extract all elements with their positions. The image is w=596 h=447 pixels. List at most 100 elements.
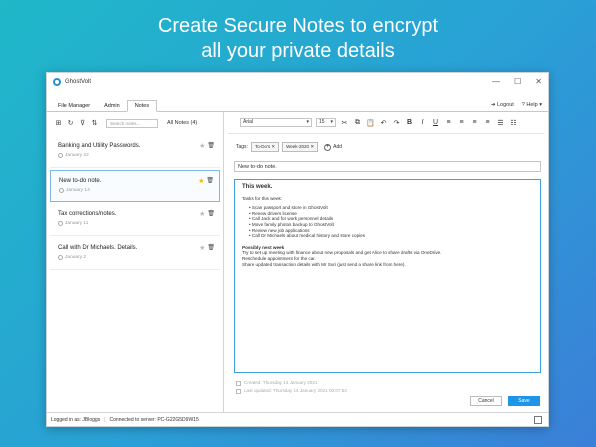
note-title: New to-do note.: [59, 178, 102, 184]
logout-label: Logout: [496, 102, 514, 108]
maximize-button[interactable]: ☐: [514, 77, 521, 86]
plus-icon: +: [324, 143, 332, 151]
notes-list: Banking and Utility Passwords. January 2…: [50, 136, 220, 272]
server-status: Connected to server: PC-G22G5D9W15: [109, 416, 199, 423]
trash-icon[interactable]: 🗑: [207, 142, 215, 150]
align-left-icon[interactable]: ≡: [444, 119, 453, 126]
redo-icon[interactable]: ↷: [392, 119, 401, 127]
updated-checkbox-icon: [236, 388, 241, 394]
headline-line-2: all your private details: [201, 40, 395, 62]
chevron-down-icon: ▾: [539, 102, 542, 108]
note-date: January 22: [65, 153, 89, 158]
star-icon[interactable]: ★: [199, 142, 205, 150]
body-heading: This week.: [242, 184, 273, 190]
note-title: Tax corrections/notes.: [58, 211, 117, 217]
filter-icon[interactable]: ⊽: [79, 120, 86, 127]
menu-bar: File Manager Admin Notes ➔ Logout ? Help…: [47, 98, 548, 112]
all-notes-filter[interactable]: All Notes (4): [167, 120, 197, 126]
created-checkbox-icon: [236, 380, 241, 386]
bullet-list-icon[interactable]: ☰: [496, 119, 505, 127]
cancel-button[interactable]: Cancel: [470, 396, 502, 406]
clock-icon: [59, 188, 64, 193]
logout-icon: ➔: [490, 102, 496, 108]
tab-file-manager[interactable]: File Manager: [51, 101, 97, 111]
clock-icon: [58, 221, 63, 226]
note-date: January 2: [65, 255, 87, 260]
headline: Create Secure Notes to encrypt all your …: [0, 14, 596, 64]
body-line: Share updated transaction details with M…: [242, 261, 406, 267]
tags-row: Tags: To-Do's ✕ Week-2020 ✕ + Add: [236, 142, 342, 152]
tab-admin[interactable]: Admin: [97, 101, 127, 111]
italic-button[interactable]: I: [418, 119, 427, 126]
task-item: Call Dr Michaels about medical history a…: [249, 233, 533, 239]
formatting-toolbar: Arial 15 ✂ ⧉ 📋 ↶ ↷ B I U ≡ ≡ ≡ ≡ ☰ ☷: [228, 112, 544, 134]
clock-icon: [58, 255, 63, 260]
app-title: GhostVolt: [65, 78, 92, 85]
note-title-input[interactable]: New to-do note.: [234, 161, 541, 172]
minimize-button[interactable]: —: [492, 77, 500, 86]
add-tag-label: Add: [333, 144, 343, 150]
paste-icon[interactable]: 📋: [366, 119, 375, 127]
note-metadata: Created: Thursday 14 January 2021 Last u…: [236, 379, 347, 395]
align-center-icon[interactable]: ≡: [457, 119, 466, 126]
status-bar: Logged in as: JBloggs | Connected to ser…: [47, 412, 548, 426]
note-date: January 11: [65, 221, 89, 226]
trash-icon[interactable]: 🗑: [207, 210, 215, 218]
remove-tag-icon[interactable]: ✕: [271, 144, 275, 149]
logout-button[interactable]: ➔ Logout: [491, 102, 514, 108]
undo-icon[interactable]: ↶: [379, 119, 388, 127]
help-label: Help: [526, 102, 538, 108]
underline-button[interactable]: U: [431, 119, 440, 126]
document-icon[interactable]: [534, 415, 542, 424]
note-body-editor[interactable]: This week. Tasks for this week: Scan pas…: [234, 179, 541, 373]
star-icon[interactable]: ★: [199, 244, 205, 252]
help-button[interactable]: ? Help ▾: [522, 102, 542, 108]
trash-icon[interactable]: 🗑: [206, 177, 214, 185]
headline-line-1: Create Secure Notes to encrypt: [157, 15, 439, 37]
tag-label: Week-2020: [286, 144, 310, 149]
refresh-icon[interactable]: ↻: [67, 120, 74, 127]
search-notes-input[interactable]: Search notes...: [106, 118, 158, 128]
notes-list-pane: ⊞ ↻ ⊽ ⇅ Search notes... All Notes (4) Ba…: [47, 112, 224, 412]
note-item[interactable]: Call with Dr Michaels. Details. January …: [50, 238, 220, 270]
tab-notes[interactable]: Notes: [126, 100, 158, 112]
align-right-icon[interactable]: ≡: [470, 119, 479, 126]
help-icon: ?: [521, 102, 525, 108]
note-title: Call with Dr Michaels. Details.: [58, 245, 138, 251]
app-window: GhostVolt — ☐ ✕ File Manager Admin Notes…: [46, 72, 549, 427]
title-bar: GhostVolt — ☐ ✕: [47, 73, 548, 90]
remove-tag-icon[interactable]: ✕: [310, 144, 314, 149]
note-item[interactable]: Tax corrections/notes. January 11 ★ 🗑: [50, 204, 220, 236]
trash-icon[interactable]: 🗑: [207, 244, 215, 252]
font-family-select[interactable]: Arial: [240, 118, 312, 127]
status-separator: |: [104, 416, 106, 423]
close-button[interactable]: ✕: [535, 77, 542, 86]
save-button[interactable]: Save: [508, 396, 540, 406]
font-size-select[interactable]: 15: [316, 118, 336, 127]
tag-chip[interactable]: Week-2020 ✕: [282, 142, 319, 152]
cut-icon[interactable]: ✂: [340, 119, 349, 127]
task-list: Scan passport and store in GhostVolt Ren…: [242, 205, 533, 239]
star-icon[interactable]: ★: [199, 210, 205, 218]
numbered-list-icon[interactable]: ☷: [509, 119, 518, 127]
add-tag-button[interactable]: + Add: [324, 143, 343, 151]
note-date: January 14: [66, 188, 90, 193]
logged-in-status: Logged in as: JBloggs: [51, 416, 101, 423]
tag-label: To-Do's: [254, 144, 271, 149]
note-item[interactable]: Banking and Utility Passwords. January 2…: [50, 136, 220, 168]
star-icon[interactable]: ★: [198, 177, 204, 185]
ghostvolt-logo-icon: [53, 77, 61, 86]
note-title: Banking and Utility Passwords.: [58, 143, 141, 149]
copy-icon[interactable]: ⧉: [353, 119, 362, 127]
clock-icon: [58, 153, 63, 158]
sort-icon[interactable]: ⇅: [91, 120, 98, 127]
tag-chip[interactable]: To-Do's ✕: [250, 142, 280, 152]
bold-button[interactable]: B: [405, 119, 414, 126]
note-item[interactable]: New to-do note. January 14 ★ 🗑: [50, 170, 220, 202]
notes-toolbar: ⊞ ↻ ⊽ ⇅ Search notes... All Notes (4): [47, 112, 223, 134]
new-note-icon[interactable]: ⊞: [55, 120, 62, 127]
updated-date: Last updated: Thursday 14 January 2021 0…: [244, 388, 347, 393]
justify-icon[interactable]: ≡: [483, 119, 492, 126]
created-date: Created: Thursday 14 January 2021: [244, 380, 318, 385]
tags-label: Tags:: [236, 144, 248, 150]
